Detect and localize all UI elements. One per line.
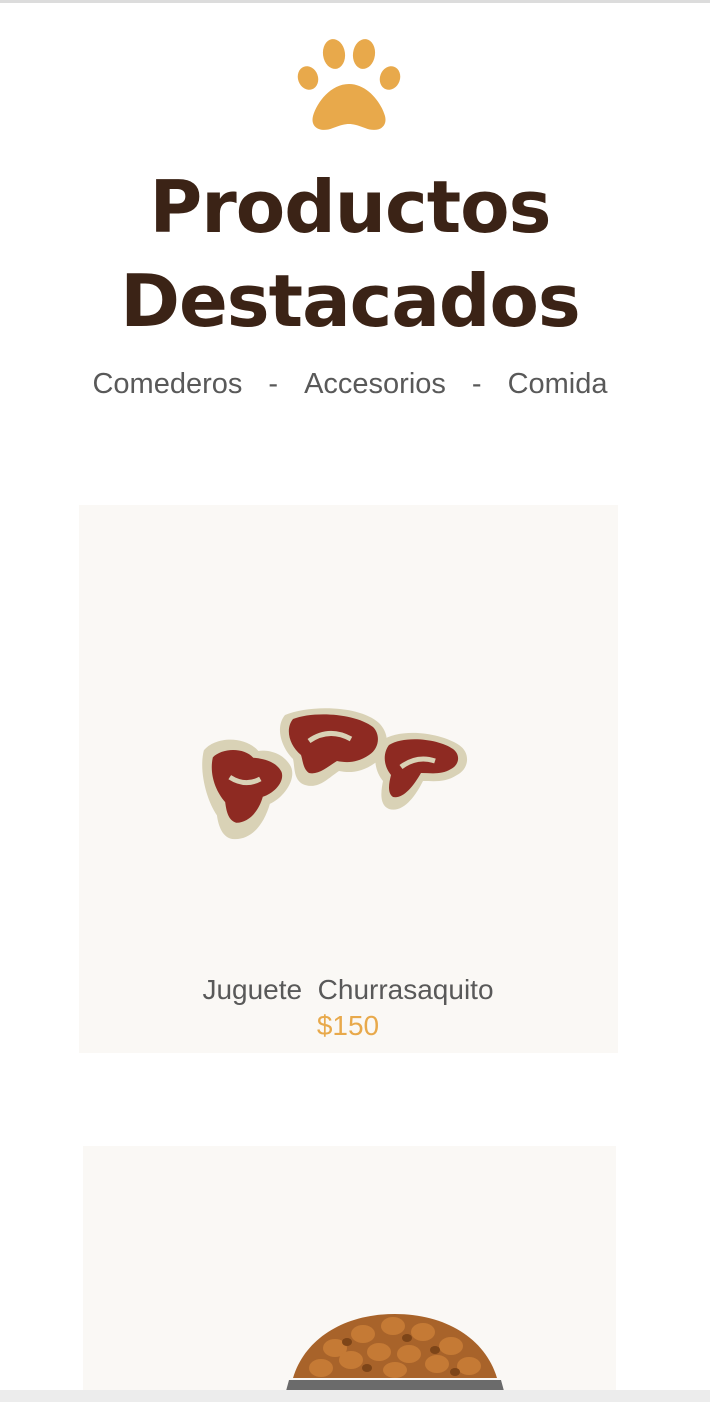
dog-food-bowl-image: [283, 1314, 507, 1402]
paw-icon: [297, 39, 401, 130]
nav-link-comida[interactable]: Comida: [508, 368, 608, 400]
product-card[interactable]: [83, 1146, 616, 1402]
top-border: [0, 0, 710, 3]
nav-link-comederos[interactable]: Comederos: [92, 368, 242, 400]
page-title: Productos Destacados: [120, 165, 581, 343]
nav-separator: -: [471, 368, 482, 400]
category-nav: Comederos - Accesorios - Comida: [0, 364, 700, 404]
nav-separator: -: [268, 368, 279, 400]
product-price: $150: [316, 1010, 380, 1041]
page: Productos Destacados Comederos - Accesorios…: [0, 0, 710, 1402]
nav-link-accesorios[interactable]: Accesorios: [304, 368, 446, 400]
horizontal-scrollbar[interactable]: [0, 1390, 710, 1402]
steak-treats-image: [202, 708, 468, 840]
